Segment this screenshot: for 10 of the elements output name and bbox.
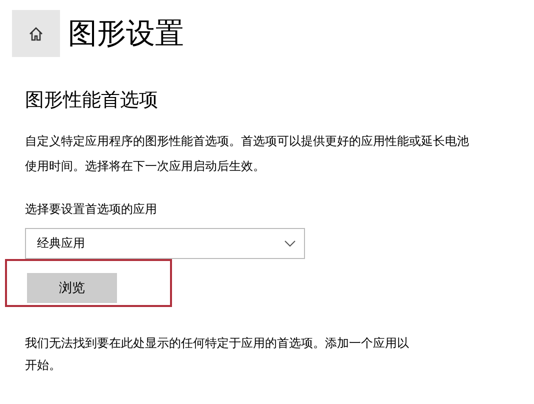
section-heading: 图形性能首选项 [25, 88, 159, 113]
home-icon [28, 26, 44, 42]
chevron-down-icon [284, 240, 296, 247]
home-button[interactable] [12, 10, 60, 57]
app-dropdown[interactable]: 经典应用 [25, 228, 305, 259]
section-description: 自定义特定应用程序的图形性能首选项。首选项可以提供更好的应用性能或延长电池使用时间。选择将在下一次应用启动后生效。 [25, 133, 470, 175]
app-picker-label: 选择要设置首选项的应用 [25, 201, 158, 218]
page-title: 图形设置 [68, 19, 184, 48]
browse-button[interactable]: 浏览 [27, 273, 117, 303]
empty-message: 我们无法找到要在此处显示的任何特定于应用的首选项。添加一个应用以开始。 [25, 335, 410, 374]
